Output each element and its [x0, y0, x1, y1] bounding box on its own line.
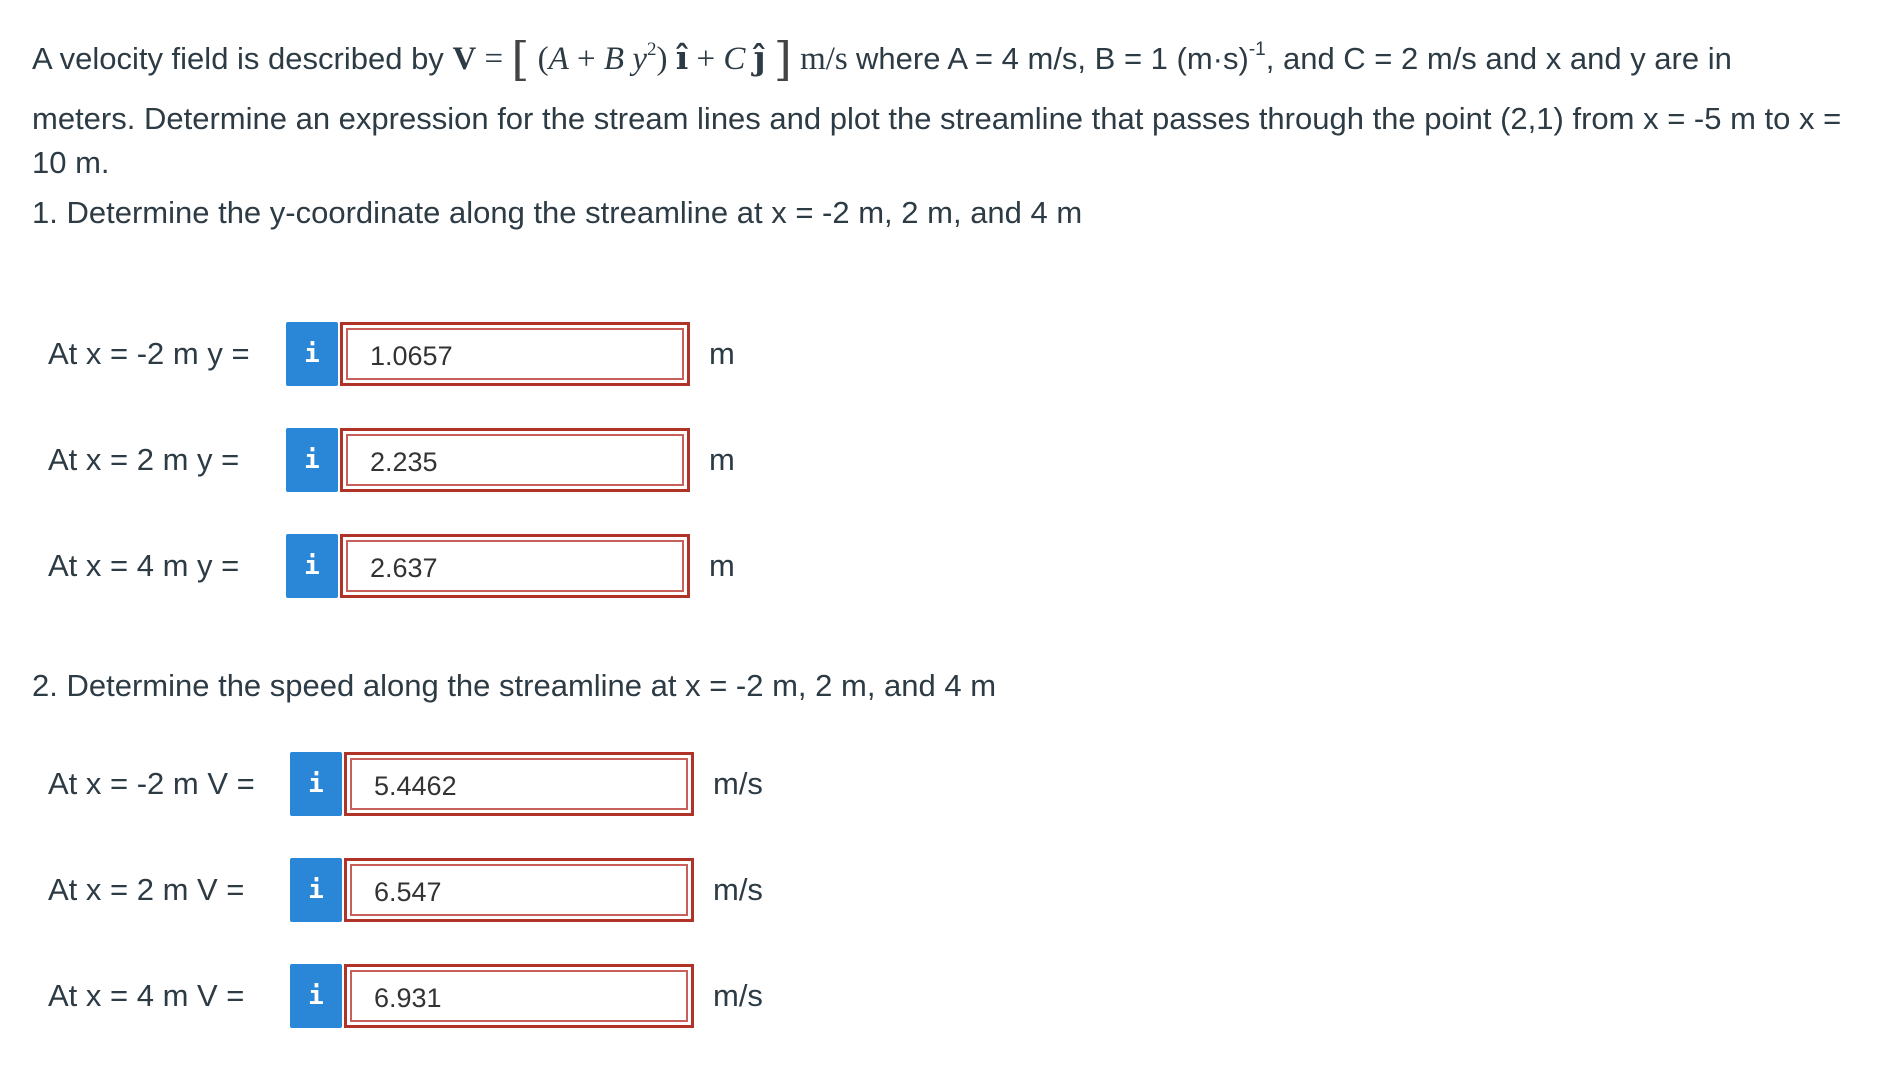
answer-input-box: [344, 752, 694, 816]
problem-params-2: , and C = 2 m/s and x and y are in: [1265, 41, 1732, 76]
answer-label: At x = 2 m V =: [48, 872, 245, 907]
answer-row-q1-1: At x = -2 m y = i m: [48, 322, 848, 386]
answer-label: At x = 4 m y =: [48, 548, 240, 583]
unit-label: m: [709, 442, 735, 477]
answer-input-box: [344, 858, 694, 922]
problem-statement: A velocity field is described by V = [ (…: [32, 20, 1862, 183]
answer-label: At x = 4 m V =: [48, 978, 245, 1013]
problem-line-3: 10 m.: [32, 145, 110, 180]
answer-input[interactable]: [360, 866, 674, 918]
unit-label: m: [709, 336, 735, 371]
info-icon[interactable]: i: [290, 752, 342, 816]
answer-input[interactable]: [360, 972, 674, 1024]
info-icon[interactable]: i: [286, 534, 338, 598]
problem-intro: A velocity field is described by: [32, 41, 444, 76]
question-2-text: 2. Determine the speed along the streaml…: [32, 668, 997, 703]
info-icon[interactable]: i: [290, 964, 342, 1028]
velocity-equation: V = [ (A + B y2) î + C ĵ ] m/s: [452, 32, 848, 86]
unit-label: m/s: [713, 872, 763, 907]
answer-input[interactable]: [356, 330, 670, 382]
answer-row-q2-2: At x = 2 m V = i m/s: [48, 858, 848, 922]
unit-label: m: [709, 548, 735, 583]
answer-input[interactable]: [356, 542, 670, 594]
answer-input[interactable]: [360, 760, 674, 812]
unit-label: m/s: [713, 978, 763, 1013]
answer-input-box: [344, 964, 694, 1028]
answer-label: At x = -2 m V =: [48, 766, 255, 801]
answer-input[interactable]: [356, 436, 670, 488]
answer-label: At x = 2 m y =: [48, 442, 240, 477]
answer-row-q2-1: At x = -2 m V = i m/s: [48, 752, 848, 816]
question-1-text: 1. Determine the y-coordinate along the …: [32, 195, 1083, 230]
unit-label: m/s: [713, 766, 763, 801]
answer-label: At x = -2 m y =: [48, 336, 250, 371]
info-icon[interactable]: i: [286, 322, 338, 386]
page: A velocity field is described by V = [ (…: [0, 0, 1886, 1070]
problem-params: where A = 4 m/s, B = 1 (m·s): [856, 41, 1249, 76]
info-icon[interactable]: i: [290, 858, 342, 922]
answer-input-box: [340, 428, 690, 492]
problem-line-2: meters. Determine an expression for the …: [32, 101, 1842, 136]
problem-line-1: A velocity field is described by V = [ (…: [32, 32, 1732, 86]
answer-row-q1-3: At x = 4 m y = i m: [48, 534, 848, 598]
answer-row-q2-3: At x = 4 m V = i m/s: [48, 964, 848, 1028]
answer-input-box: [340, 534, 690, 598]
answer-row-q1-2: At x = 2 m y = i m: [48, 428, 848, 492]
answer-input-box: [340, 322, 690, 386]
info-icon[interactable]: i: [286, 428, 338, 492]
